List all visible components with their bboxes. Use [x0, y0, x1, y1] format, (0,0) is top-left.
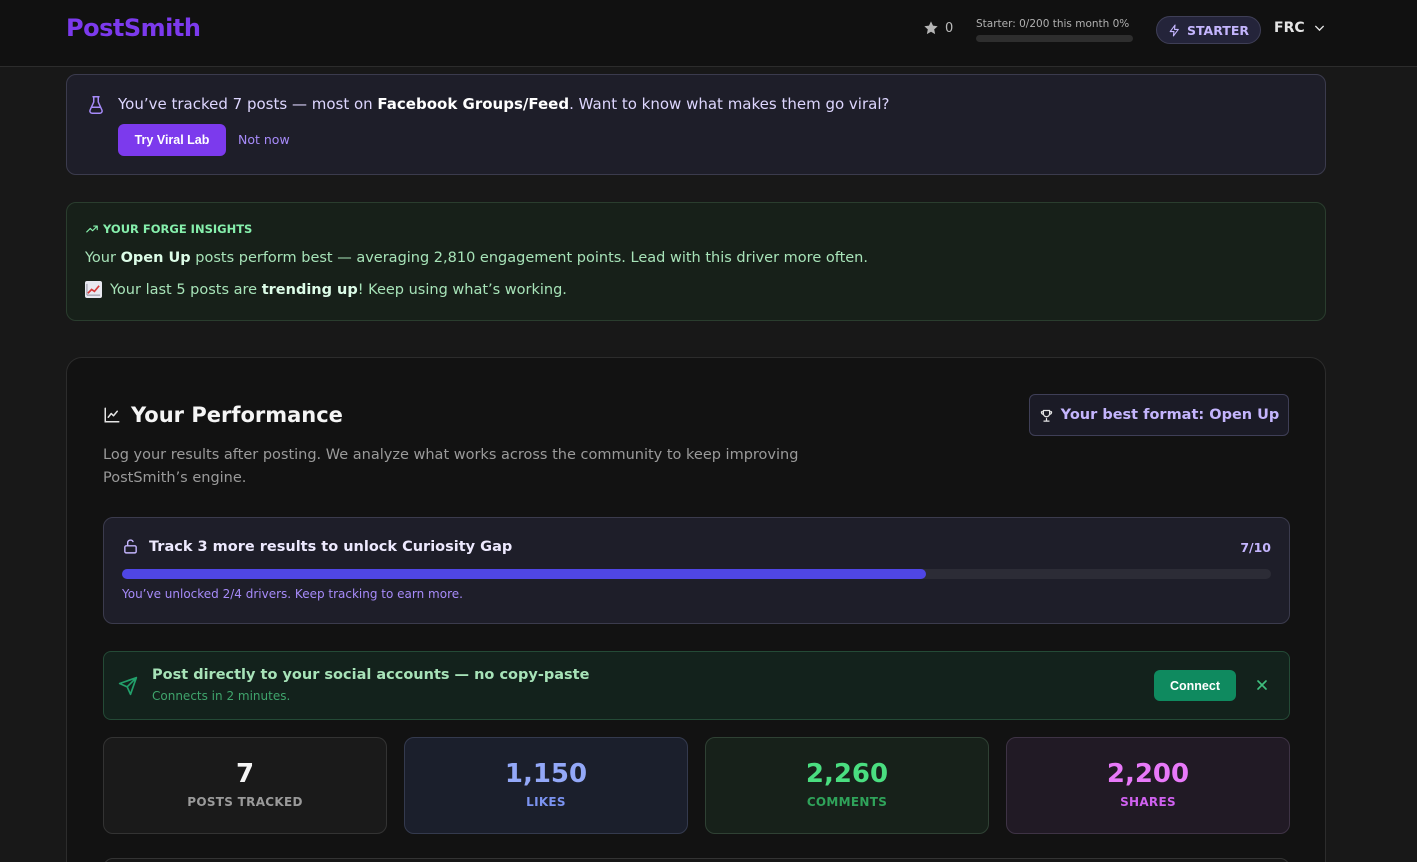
viral-lab-banner: You’ve tracked 7 posts — most on Faceboo… [66, 74, 1326, 175]
user-initials: FRC [1274, 20, 1305, 36]
insight-best-driver: Your Open Up posts perform best — averag… [85, 250, 868, 266]
performance-description: Log your results after posting. We analy… [103, 447, 799, 486]
plan-badge[interactable]: STARTER [1156, 16, 1261, 44]
forge-insights-panel: YOUR FORGE INSIGHTS Your Open Up posts p… [66, 202, 1326, 321]
connect-social-card: Post directly to your social accounts — … [103, 651, 1290, 720]
next-section-card [103, 858, 1290, 862]
insight-trend: Your last 5 posts are trending up! Keep … [85, 281, 567, 298]
credits-counter[interactable]: 0 [923, 20, 953, 36]
stat-label: POSTS TRACKED [187, 795, 303, 809]
try-viral-lab-button[interactable]: Try Viral Lab [118, 124, 226, 156]
top-header: PostSmith 0 Starter: 0/200 this month 0%… [0, 0, 1417, 67]
performance-card: Your Performance Your best format: Open … [66, 357, 1326, 862]
close-icon[interactable] [1254, 677, 1270, 693]
connect-button[interactable]: Connect [1154, 670, 1236, 701]
stat-label: SHARES [1120, 795, 1176, 809]
plan-badge-label: STARTER [1187, 22, 1249, 38]
send-icon [118, 676, 138, 696]
unlock-subtitle: You’ve unlocked 2/4 drivers. Keep tracki… [122, 587, 463, 601]
best-format-button[interactable]: Your best format: Open Up [1029, 394, 1289, 436]
stat-value: 1,150 [504, 759, 588, 789]
unlock-progress-fill [122, 569, 927, 579]
app-logo[interactable]: PostSmith [66, 14, 201, 42]
insights-heading: YOUR FORGE INSIGHTS [85, 222, 252, 236]
stat-label: COMMENTS [806, 795, 888, 809]
unlock-title: Track 3 more results to unlock Curiosity… [122, 538, 512, 555]
stat-posts-tracked: 7 POSTS TRACKED [103, 737, 387, 834]
unlock-count: 7/10 [1240, 540, 1271, 555]
stat-shares: 2,200 SHARES [1006, 737, 1290, 834]
unlock-progress-card: Track 3 more results to unlock Curiosity… [103, 517, 1290, 624]
star-count: 0 [945, 20, 954, 36]
stat-comments: 2,260 COMMENTS [705, 737, 989, 834]
trending-up-icon [86, 225, 98, 233]
usage-meter: Starter: 0/200 this month 0% [976, 18, 1134, 42]
lightning-icon [1169, 24, 1179, 36]
viral-lab-message: You’ve tracked 7 posts — most on Faceboo… [118, 95, 890, 113]
stat-value: 2,200 [1106, 759, 1190, 789]
stats-row: 7 POSTS TRACKED 1,150 LIKES 2,260 COMMEN… [103, 737, 1290, 834]
flask-icon [89, 96, 103, 114]
star-icon [924, 21, 938, 35]
connect-title: Post directly to your social accounts — … [152, 667, 590, 683]
performance-title: Your Performance [103, 403, 343, 427]
usage-text: Starter: 0/200 this month 0% [976, 18, 1130, 30]
not-now-link[interactable]: Not now [238, 132, 290, 147]
unlock-progress-bar [122, 569, 1271, 579]
unlock-icon [124, 539, 137, 554]
chart-increasing-icon [85, 281, 102, 298]
connect-subtitle: Connects in 2 minutes. [152, 689, 291, 703]
chevron-down-icon [1314, 25, 1324, 31]
stat-value: 2,260 [805, 759, 889, 789]
stat-label: LIKES [526, 795, 566, 809]
usage-bar [976, 35, 1133, 42]
stat-likes: 1,150 LIKES [404, 737, 688, 834]
user-menu[interactable]: FRC [1274, 20, 1326, 36]
trophy-icon [1040, 409, 1052, 422]
line-chart-icon [104, 407, 120, 423]
top-platform: Facebook Groups/Feed [377, 95, 570, 113]
stat-value: 7 [235, 759, 255, 789]
